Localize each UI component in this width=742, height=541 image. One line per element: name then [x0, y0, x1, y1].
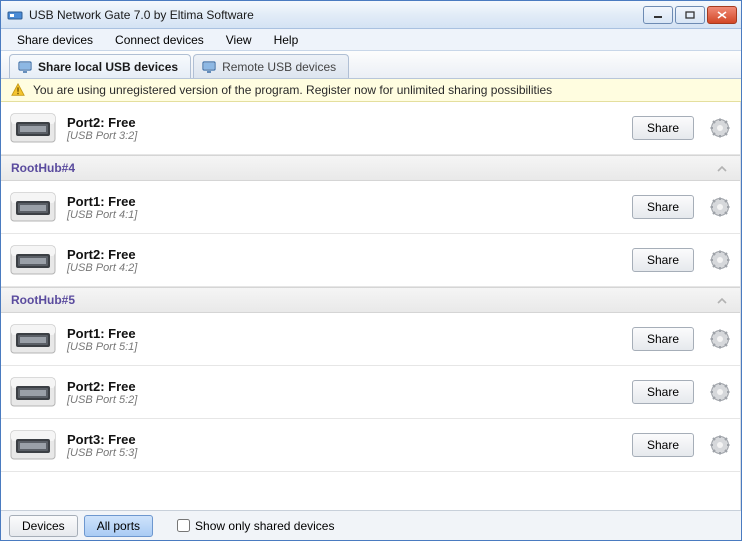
share-button[interactable]: Share: [632, 248, 694, 272]
title-bar: USB Network Gate 7.0 by Eltima Software: [1, 1, 741, 29]
port-subtitle: [USB Port 4:1]: [67, 209, 622, 221]
port-row[interactable]: Port1: Free[USB Port 4:1] Share: [1, 181, 740, 234]
tab-label: Share local USB devices: [38, 60, 178, 74]
hub-header[interactable]: RootHub#4: [1, 155, 740, 181]
devices-button[interactable]: Devices: [9, 515, 78, 537]
window-title: USB Network Gate 7.0 by Eltima Software: [29, 8, 643, 22]
warning-bar: You are using unregistered version of th…: [1, 79, 741, 102]
gear-icon[interactable]: [710, 435, 730, 455]
port-row[interactable]: Port2: Free[USB Port 3:2] Share: [1, 102, 740, 155]
menu-bar: Share devices Connect devices View Help: [1, 29, 741, 51]
tab-bar: Share local USB devices Remote USB devic…: [1, 51, 741, 79]
hub-name: RootHub#4: [11, 161, 75, 175]
tab-share-local[interactable]: Share local USB devices: [9, 54, 191, 78]
bottom-bar: Devices All ports Show only shared devic…: [1, 510, 741, 540]
menu-share-devices[interactable]: Share devices: [7, 31, 103, 49]
port-subtitle: [USB Port 5:2]: [67, 394, 622, 406]
warning-icon: [11, 83, 25, 97]
port-row[interactable]: Port2: Free[USB Port 5:2] Share: [1, 366, 740, 419]
port-name: Port2: Free: [67, 247, 622, 262]
tab-remote[interactable]: Remote USB devices: [193, 54, 349, 78]
usb-port-icon: [9, 240, 57, 280]
hub-header[interactable]: RootHub#5: [1, 287, 740, 313]
gear-icon[interactable]: [710, 250, 730, 270]
port-info: Port1: Free[USB Port 4:1]: [67, 194, 622, 221]
menu-connect-devices[interactable]: Connect devices: [105, 31, 214, 49]
show-only-shared-checkbox[interactable]: [177, 519, 190, 532]
menu-help[interactable]: Help: [264, 31, 309, 49]
menu-view[interactable]: View: [216, 31, 262, 49]
share-button[interactable]: Share: [632, 116, 694, 140]
gear-icon[interactable]: [710, 382, 730, 402]
gear-icon[interactable]: [710, 197, 730, 217]
warning-text: You are using unregistered version of th…: [33, 83, 552, 97]
device-list: Port2: Free[USB Port 3:2]ShareRootHub#4P…: [1, 102, 741, 510]
monitor-icon: [18, 61, 32, 73]
gear-icon[interactable]: [710, 329, 730, 349]
usb-port-icon: [9, 108, 57, 148]
monitor-icon: [202, 61, 216, 73]
port-subtitle: [USB Port 5:3]: [67, 447, 622, 459]
port-row[interactable]: Port3: Free[USB Port 5:3] Share: [1, 419, 740, 472]
chevron-up-icon: [714, 292, 730, 308]
port-info: Port1: Free[USB Port 5:1]: [67, 326, 622, 353]
port-name: Port2: Free: [67, 115, 622, 130]
chevron-up-icon: [714, 160, 730, 176]
port-name: Port1: Free: [67, 326, 622, 341]
app-icon: [7, 7, 23, 23]
share-button[interactable]: Share: [632, 327, 694, 351]
hub-name: RootHub#5: [11, 293, 75, 307]
port-subtitle: [USB Port 4:2]: [67, 262, 622, 274]
port-name: Port2: Free: [67, 379, 622, 394]
port-info: Port2: Free[USB Port 5:2]: [67, 379, 622, 406]
usb-port-icon: [9, 319, 57, 359]
port-name: Port3: Free: [67, 432, 622, 447]
share-button[interactable]: Share: [632, 380, 694, 404]
allports-button[interactable]: All ports: [84, 515, 153, 537]
usb-port-icon: [9, 425, 57, 465]
port-row[interactable]: Port2: Free[USB Port 4:2] Share: [1, 234, 740, 287]
port-info: Port2: Free[USB Port 3:2]: [67, 115, 622, 142]
usb-port-icon: [9, 187, 57, 227]
tab-label: Remote USB devices: [222, 60, 336, 74]
port-info: Port3: Free[USB Port 5:3]: [67, 432, 622, 459]
usb-port-icon: [9, 372, 57, 412]
port-info: Port2: Free[USB Port 4:2]: [67, 247, 622, 274]
maximize-button[interactable]: [675, 6, 705, 24]
port-row[interactable]: Port1: Free[USB Port 5:1] Share: [1, 313, 740, 366]
share-button[interactable]: Share: [632, 195, 694, 219]
share-button[interactable]: Share: [632, 433, 694, 457]
port-subtitle: [USB Port 5:1]: [67, 341, 622, 353]
gear-icon[interactable]: [710, 118, 730, 138]
show-only-shared[interactable]: Show only shared devices: [177, 519, 334, 533]
show-only-shared-label: Show only shared devices: [195, 519, 334, 533]
minimize-button[interactable]: [643, 6, 673, 24]
close-button[interactable]: [707, 6, 737, 24]
port-subtitle: [USB Port 3:2]: [67, 130, 622, 142]
port-name: Port1: Free: [67, 194, 622, 209]
